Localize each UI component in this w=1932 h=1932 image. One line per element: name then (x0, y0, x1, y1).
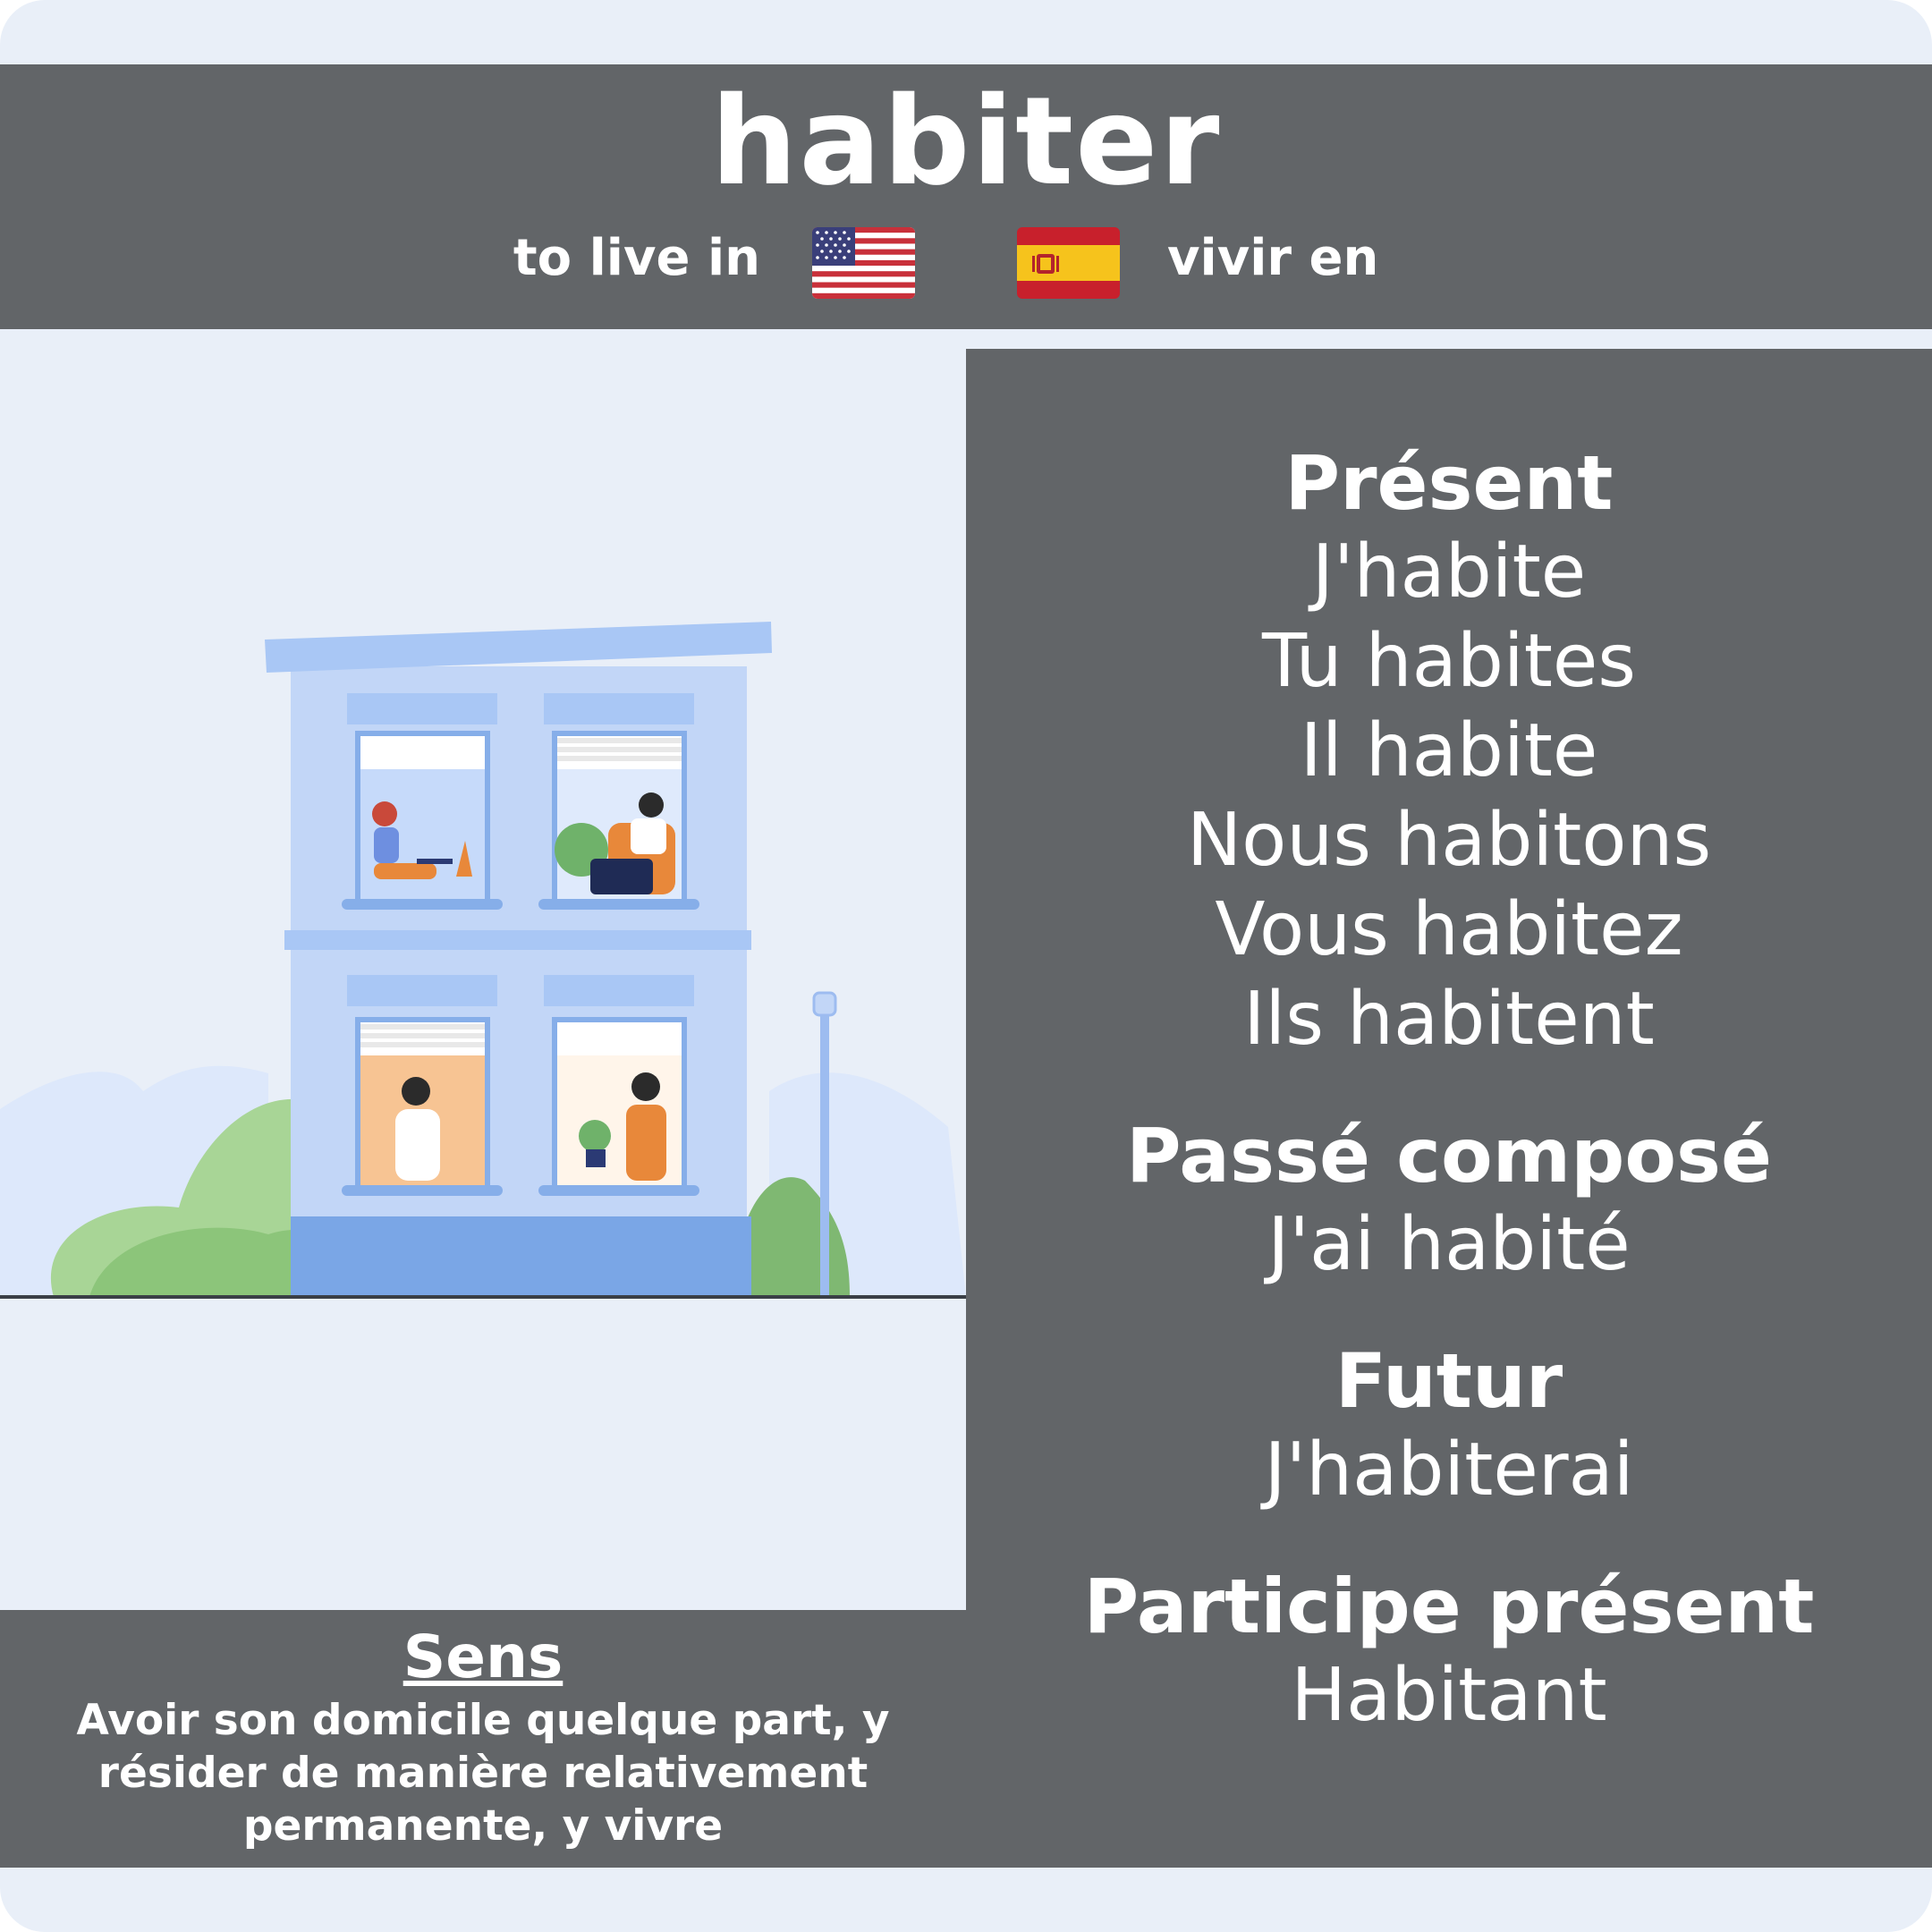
tense-participe-present-title: Participe présent (1083, 1563, 1815, 1650)
participe-present-form: Habitant (1291, 1653, 1607, 1738)
present-form-tu: Tu habites (1261, 619, 1637, 704)
futur-form: J'habiterai (1264, 1428, 1634, 1513)
present-form-nous: Nous habitons (1186, 798, 1712, 883)
meaning-section: Sens Avoir son domicile quelque part, y … (0, 1621, 966, 1852)
passe-compose-form: J'ai habité (1267, 1202, 1631, 1287)
conjugation-list: Présent J'habite Tu habites Il habite No… (966, 438, 1932, 1741)
present-form-ils: Ils habitent (1243, 977, 1655, 1062)
spain-flag-icon (1017, 227, 1120, 299)
verb-title: habiter (710, 72, 1222, 213)
meaning-text: Avoir son domicile quelque part, y résid… (76, 1696, 890, 1851)
us-flag-icon (812, 227, 915, 299)
english-translation: to live in (513, 229, 760, 287)
tense-passe-compose-title: Passé composé (1125, 1112, 1773, 1199)
present-form-vous: Vous habitez (1215, 887, 1683, 972)
verb-card: habiter to live in vivir en Présent J'ha… (0, 0, 1932, 1932)
present-form-je: J'habite (1311, 530, 1587, 614)
tense-present-title: Présent (1284, 439, 1614, 527)
spanish-translation: vivir en (1167, 229, 1379, 287)
present-form-il: Il habite (1300, 708, 1598, 793)
meaning-title: Sens (402, 1623, 564, 1691)
tense-futur-title: Futur (1335, 1337, 1563, 1425)
apartment-building-illustration (0, 590, 1002, 1306)
